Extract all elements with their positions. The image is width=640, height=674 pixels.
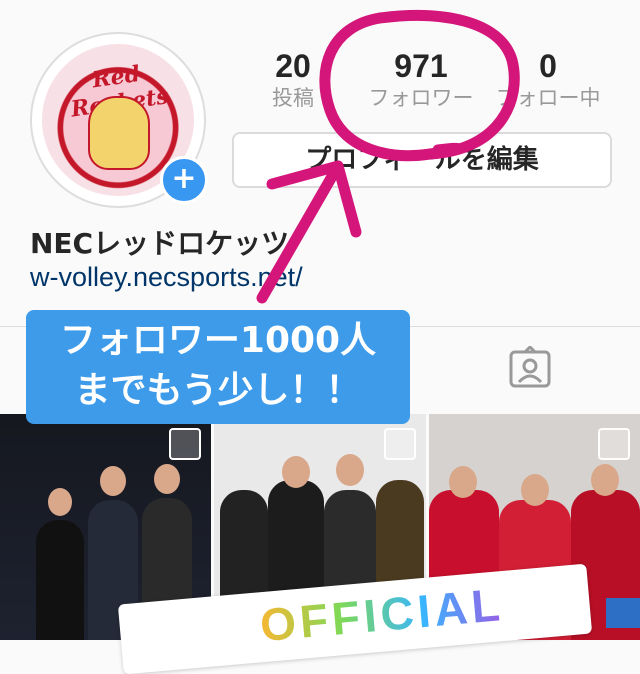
sticker-text: OFFICIAL [257, 578, 506, 652]
posts-count: 20 [275, 48, 311, 84]
person-head [591, 464, 619, 496]
callout-line-1: フォロワー1000人 [59, 320, 377, 361]
profile-header: Red Rockets + 20 投稿 971 フォロワー 0 フォロー中 プロ… [0, 0, 640, 330]
add-story-icon[interactable]: + [160, 156, 208, 204]
select-checkbox[interactable] [598, 428, 630, 460]
callout-line-2: までもう少し！！ [74, 370, 362, 411]
person-head [48, 488, 72, 516]
person-head [521, 474, 549, 506]
person [36, 520, 84, 640]
person-head [449, 466, 477, 498]
select-checkbox[interactable] [384, 428, 416, 460]
following-label: フォロー中 [495, 86, 601, 110]
stat-following[interactable]: 0 フォロー中 [486, 48, 610, 112]
person-head [282, 456, 310, 488]
followers-count: 971 [394, 48, 448, 84]
select-checkbox[interactable] [169, 428, 201, 460]
profile-link[interactable]: w-volley.necsports.net/ [30, 262, 303, 293]
edit-profile-button[interactable]: プロフィールを編集 [232, 132, 612, 188]
stat-followers[interactable]: 971 フォロワー [356, 48, 486, 112]
followers-label: フォロワー [368, 86, 474, 110]
callout-banner: フォロワー1000人 までもう少し！！ [26, 310, 410, 424]
person-head [336, 454, 364, 486]
posts-label: 投稿 [272, 86, 314, 110]
mascot-icon [88, 96, 150, 170]
corner-banner [606, 598, 640, 628]
person-head [100, 466, 126, 496]
following-count: 0 [539, 48, 557, 84]
stat-posts[interactable]: 20 投稿 [258, 48, 328, 112]
tagged-photos-icon[interactable] [508, 346, 552, 390]
profile-name: NECレッドロケッツ [30, 227, 290, 260]
person-head [154, 464, 180, 494]
